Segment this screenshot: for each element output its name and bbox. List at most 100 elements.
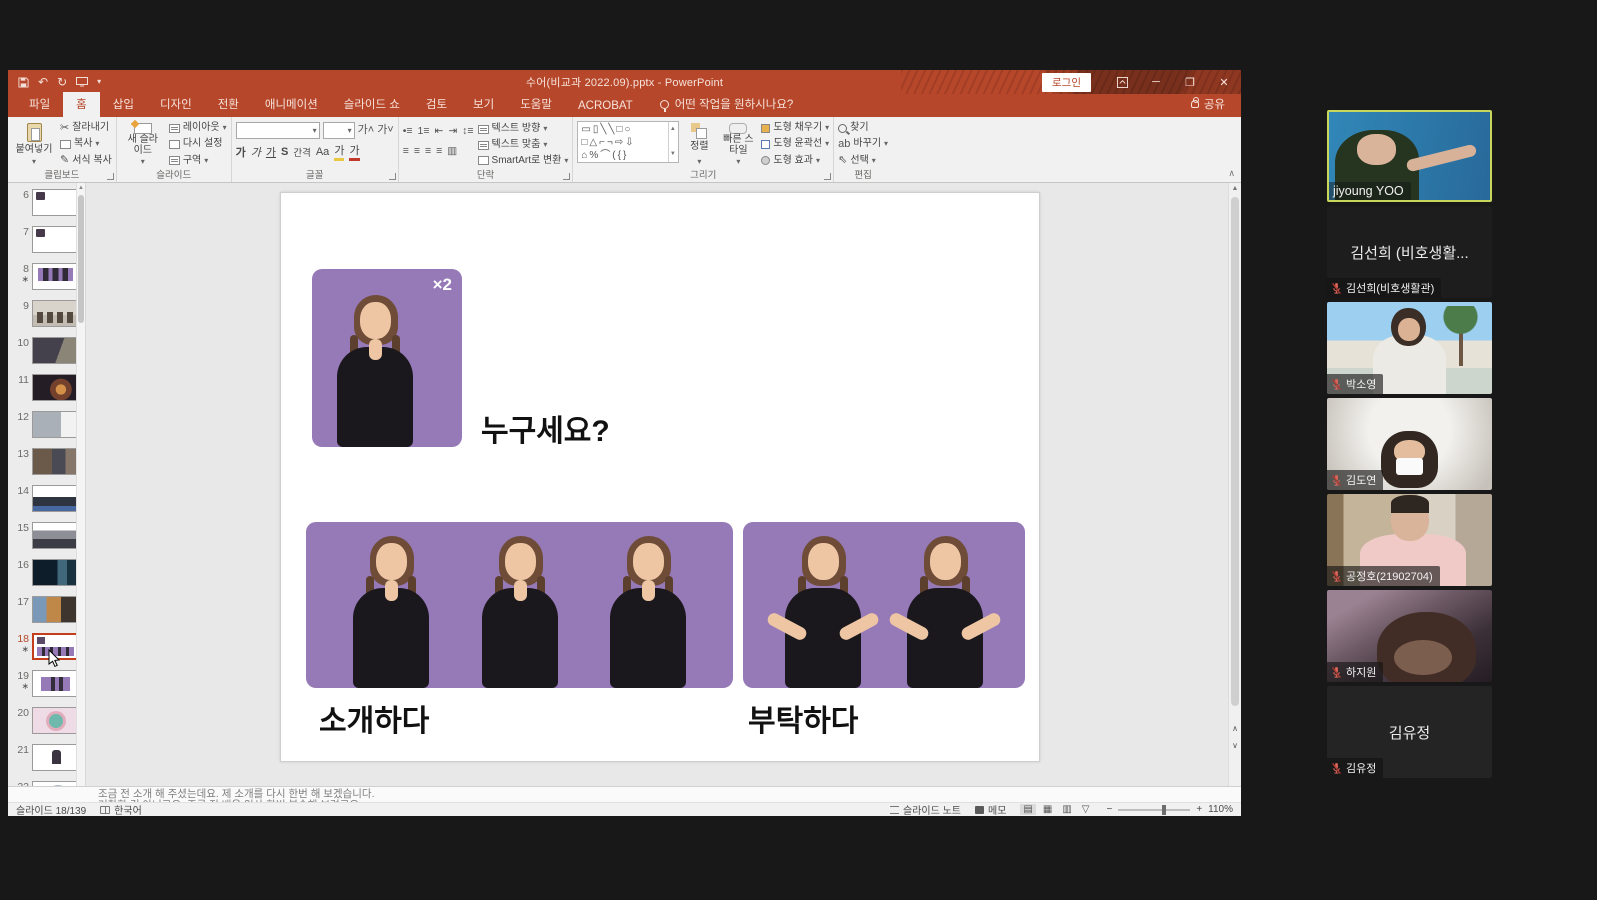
shrink-font-icon[interactable]: 가˅ bbox=[377, 125, 394, 136]
align-center-icon[interactable]: ≡ bbox=[414, 145, 420, 157]
dialog-launcher-icon[interactable] bbox=[563, 173, 570, 180]
qat-customize-icon[interactable]: ▾ bbox=[97, 78, 101, 86]
ribbon-display-options-icon[interactable] bbox=[1105, 70, 1139, 94]
ribbon-tab[interactable]: 검토 bbox=[413, 92, 460, 117]
participant-tile[interactable]: 하지원 bbox=[1327, 590, 1492, 682]
slide-thumbnail[interactable]: 7 bbox=[8, 226, 79, 252]
font-color-button[interactable]: 가 bbox=[349, 142, 359, 161]
dialog-launcher-icon[interactable] bbox=[389, 173, 396, 180]
slide-thumbnail[interactable]: 12 bbox=[8, 411, 79, 437]
minimize-button[interactable]: ─ bbox=[1139, 70, 1173, 94]
copy-button[interactable]: 복사▾ bbox=[60, 137, 112, 151]
tell-me-box[interactable]: 어떤 작업을 원하시나요? bbox=[646, 96, 808, 117]
previous-slide-button[interactable]: ∧ bbox=[1229, 724, 1241, 733]
normal-view-button[interactable]: ▤ bbox=[1020, 804, 1035, 815]
slide-thumbnail[interactable]: 18 ∗ bbox=[8, 633, 79, 659]
slide-thumbnail[interactable]: 6 bbox=[8, 189, 79, 215]
underline-button[interactable]: 가 bbox=[266, 144, 276, 160]
section-button[interactable]: 구역▾ bbox=[169, 154, 227, 168]
highlight-color-button[interactable]: 가 bbox=[334, 142, 344, 161]
columns-icon[interactable]: ▥ bbox=[447, 145, 457, 157]
find-button[interactable]: 찾기 bbox=[838, 121, 888, 135]
slide-thumbnail[interactable]: 19 ∗ bbox=[8, 670, 79, 696]
shape-effects-button[interactable]: 도형 효과▾ bbox=[761, 154, 829, 168]
bold-button[interactable]: 가 bbox=[236, 144, 246, 160]
zoom-in-button[interactable]: + bbox=[1196, 804, 1202, 815]
redo-icon[interactable]: ↻ bbox=[57, 76, 67, 88]
dialog-launcher-icon[interactable] bbox=[824, 173, 831, 180]
proofing-language[interactable]: 한국어 bbox=[100, 802, 142, 817]
slide-thumbnail[interactable]: 20 bbox=[8, 707, 79, 733]
new-slide-button[interactable]: 새 슬라이드▾ bbox=[121, 121, 165, 168]
slide-thumbnail[interactable]: 11 bbox=[8, 374, 79, 400]
slide-thumbnail[interactable]: 14 bbox=[8, 485, 79, 511]
collapse-ribbon-icon[interactable]: ∧ bbox=[1228, 168, 1235, 179]
scrollbar-thumb[interactable] bbox=[78, 195, 84, 323]
decrease-indent-icon[interactable]: ⇤ bbox=[435, 125, 444, 137]
slide-scrollbar[interactable]: ▲ ∧ ∨ bbox=[1228, 183, 1241, 786]
cut-button[interactable]: ✂잘라내기 bbox=[60, 121, 112, 135]
thumbnail-scrollbar[interactable]: ▲ bbox=[76, 183, 85, 786]
start-slideshow-icon[interactable] bbox=[76, 77, 88, 87]
align-text-button[interactable]: 텍스트 맞춤▾ bbox=[478, 138, 569, 153]
participant-tile[interactable]: 김유정 김유정 bbox=[1327, 686, 1492, 778]
ribbon-tab[interactable]: 삽입 bbox=[100, 92, 147, 117]
select-button[interactable]: ⇖선택▾ bbox=[838, 154, 888, 168]
align-right-icon[interactable]: ≡ bbox=[425, 145, 431, 157]
caption-introduce[interactable]: 소개하다 bbox=[319, 696, 429, 740]
increase-indent-icon[interactable]: ⇥ bbox=[448, 125, 457, 137]
dialog-launcher-icon[interactable] bbox=[107, 173, 114, 180]
grow-font-icon[interactable]: 가˄ bbox=[358, 125, 375, 136]
italic-button[interactable]: 가 bbox=[251, 144, 261, 160]
slide-thumbnail[interactable]: 17 bbox=[8, 596, 79, 622]
shape-fill-button[interactable]: 도형 채우기▾ bbox=[761, 121, 829, 135]
slide-thumbnail[interactable]: 8 ∗ bbox=[8, 263, 79, 289]
text-direction-button[interactable]: 텍스트 방향▾ bbox=[478, 122, 569, 137]
zoom-slider[interactable] bbox=[1118, 809, 1190, 811]
slide-thumbnail[interactable]: 10 bbox=[8, 337, 79, 363]
notes-toggle-button[interactable]: 슬라이드 노트 bbox=[890, 802, 961, 817]
sign-image-introduce[interactable] bbox=[306, 522, 733, 688]
ribbon-tab[interactable]: 전환 bbox=[205, 92, 252, 117]
font-size-combobox[interactable]: ▾ bbox=[323, 122, 355, 139]
scroll-up-icon[interactable]: ▲ bbox=[1229, 183, 1241, 192]
login-button[interactable]: 로그인 bbox=[1042, 73, 1091, 92]
undo-icon[interactable]: ↶ bbox=[38, 76, 48, 88]
slide-thumbnail[interactable]: 16 bbox=[8, 559, 79, 585]
ribbon-tab[interactable]: ACROBAT bbox=[565, 96, 646, 117]
ribbon-tab[interactable]: 파일 bbox=[16, 92, 63, 117]
zoom-level[interactable]: 110% bbox=[1208, 804, 1233, 815]
arrange-button[interactable]: 정렬▾ bbox=[683, 121, 715, 168]
character-spacing-button[interactable]: 간격 bbox=[293, 145, 310, 159]
text-shadow-button[interactable]: S bbox=[281, 146, 288, 158]
slide-thumbnail[interactable]: 22 bbox=[8, 781, 79, 786]
slideshow-view-button[interactable]: ▽ bbox=[1079, 804, 1093, 815]
scroll-up-icon[interactable]: ▲ bbox=[77, 183, 85, 191]
slide-editing-area[interactable]: ×2 누구세요? 소개하다 bbox=[86, 183, 1241, 786]
numbering-icon[interactable]: 1≡ bbox=[418, 125, 430, 137]
ribbon-tab[interactable]: 디자인 bbox=[147, 92, 205, 117]
shapes-scrollbar[interactable]: ▲▼ bbox=[668, 122, 678, 162]
font-name-combobox[interactable]: ▾ bbox=[236, 122, 320, 139]
next-slide-button[interactable]: ∨ bbox=[1229, 741, 1241, 750]
slide-question-text[interactable]: 누구세요? bbox=[481, 406, 610, 450]
participant-tile[interactable]: 김도연 bbox=[1327, 398, 1492, 490]
scrollbar-thumb[interactable] bbox=[1231, 197, 1239, 706]
align-left-icon[interactable]: ≡ bbox=[403, 145, 409, 157]
reading-view-button[interactable]: ▥ bbox=[1059, 804, 1074, 815]
ribbon-tab[interactable]: 홈 bbox=[63, 92, 100, 117]
notes-pane[interactable]: 조금 전 소개 해 주셨는데요. 제 소개를 다시 한번 해 보겠습니다. 거창… bbox=[8, 786, 1241, 802]
participant-tile[interactable]: jiyoung YOO bbox=[1327, 110, 1492, 202]
participant-tile[interactable]: 공정호(21902704) bbox=[1327, 494, 1492, 586]
restore-button[interactable]: ❐ bbox=[1173, 70, 1207, 94]
slide-thumbnail[interactable]: 9 bbox=[8, 300, 79, 326]
zoom-out-button[interactable]: − bbox=[1106, 804, 1112, 815]
quick-styles-button[interactable]: 빠른 스타일▾ bbox=[719, 121, 757, 168]
format-painter-button[interactable]: ✎서식 복사 bbox=[60, 154, 112, 168]
layout-button[interactable]: 레이아웃▾ bbox=[169, 121, 227, 135]
ribbon-tab[interactable]: 보기 bbox=[460, 92, 507, 117]
slide-sorter-view-button[interactable]: ▦ bbox=[1040, 804, 1055, 815]
save-icon[interactable] bbox=[18, 77, 29, 88]
justify-icon[interactable]: ≡ bbox=[436, 145, 442, 157]
ribbon-tab[interactable]: 애니메이션 bbox=[252, 92, 331, 117]
